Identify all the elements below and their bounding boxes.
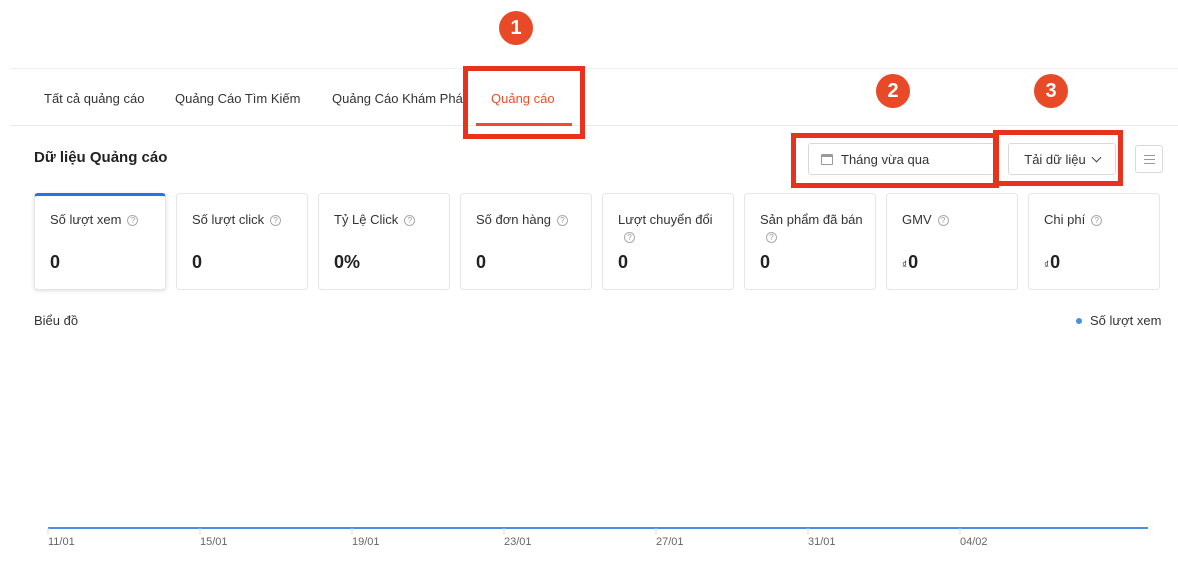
metric-card-views[interactable]: Số lượt xem? 0	[34, 193, 166, 290]
menu-icon-line	[1143, 154, 1155, 156]
menu-icon-line	[1143, 162, 1155, 164]
metric-label: Tỷ Lệ Click?	[334, 211, 444, 228]
step-marker-1: 1	[499, 11, 533, 45]
chart-title: Biểu đồ	[34, 313, 79, 328]
help-icon[interactable]: ?	[766, 232, 777, 243]
metric-card-conversions[interactable]: Lượt chuyển đổi? 0	[602, 193, 734, 290]
metric-label: Số lượt click?	[192, 211, 302, 228]
metric-label: Sản phẩm đã bán?	[760, 212, 863, 243]
metric-value: 0	[476, 252, 487, 272]
metric-card-cost[interactable]: Chi phí? ₫0	[1028, 193, 1160, 290]
metric-card-items-sold[interactable]: Sản phẩm đã bán? 0	[744, 193, 876, 290]
help-icon[interactable]: ?	[127, 215, 139, 226]
metric-value: ₫0	[902, 252, 919, 272]
help-icon[interactable]: ?	[624, 232, 635, 243]
metric-card-gmv[interactable]: GMV? ₫0	[886, 193, 1018, 290]
metric-value: 0%	[334, 252, 361, 272]
highlight-box-1	[463, 66, 585, 139]
metric-card-orders[interactable]: Số đơn hàng? 0	[460, 193, 592, 290]
x-tick-label: 23/01	[504, 536, 532, 548]
x-tick-label: 27/01	[656, 536, 684, 548]
tab-search-ads[interactable]: Quảng Cáo Tìm Kiếm	[175, 91, 300, 106]
help-icon[interactable]: ?	[937, 215, 949, 226]
metric-value: 0	[192, 252, 203, 272]
x-tick-label: 11/01	[48, 536, 75, 548]
legend-label: Số lượt xem	[1090, 313, 1162, 328]
metric-label: GMV?	[902, 211, 1012, 228]
step-marker-3: 3	[1034, 74, 1068, 108]
section-title: Dữ liệu Quảng cáo	[34, 149, 168, 166]
tab-discovery-ads[interactable]: Quảng Cáo Khám Phá	[332, 91, 463, 106]
metric-value: 0	[618, 252, 629, 272]
legend-dot-icon	[1076, 317, 1082, 324]
column-menu-button[interactable]	[1135, 145, 1163, 173]
metric-value: 0	[50, 252, 61, 272]
help-icon[interactable]: ?	[557, 215, 569, 226]
metric-card-ctr[interactable]: Tỷ Lệ Click? 0%	[318, 193, 450, 290]
x-tick-label: 15/01	[200, 536, 228, 548]
metric-label: Lượt chuyển đổi?	[618, 212, 713, 243]
menu-icon-line	[1143, 158, 1155, 160]
metric-value: ₫0	[1044, 252, 1061, 272]
metric-label: Chi phí?	[1044, 211, 1154, 228]
metric-card-clicks[interactable]: Số lượt click? 0	[176, 193, 308, 290]
highlight-box-3	[993, 130, 1123, 186]
help-icon[interactable]: ?	[1091, 215, 1103, 226]
metric-value: 0	[760, 252, 771, 272]
x-tick-label: 04/02	[960, 536, 988, 548]
line-chart: 11/01 15/01 19/01 23/01 27/01 31/01 04/02	[47, 527, 1148, 548]
help-icon[interactable]: ?	[270, 215, 282, 226]
metric-label: Số lượt xem?	[50, 211, 160, 228]
help-icon[interactable]: ?	[404, 215, 416, 226]
chart-legend[interactable]: Số lượt xem	[1076, 313, 1161, 328]
currency-symbol: ₫	[902, 260, 908, 271]
ad-type-tabs: Tất cả quảng cáo Quảng Cáo Tìm Kiếm Quản…	[10, 69, 1178, 126]
metric-label: Số đơn hàng?	[476, 211, 586, 228]
step-marker-2: 2	[876, 74, 910, 108]
x-tick-label: 19/01	[352, 536, 380, 548]
highlight-box-2	[791, 133, 999, 188]
x-tick-label: 31/01	[808, 536, 836, 548]
tab-all-ads[interactable]: Tất cả quảng cáo	[44, 91, 144, 106]
currency-symbol: ₫	[1044, 260, 1050, 271]
